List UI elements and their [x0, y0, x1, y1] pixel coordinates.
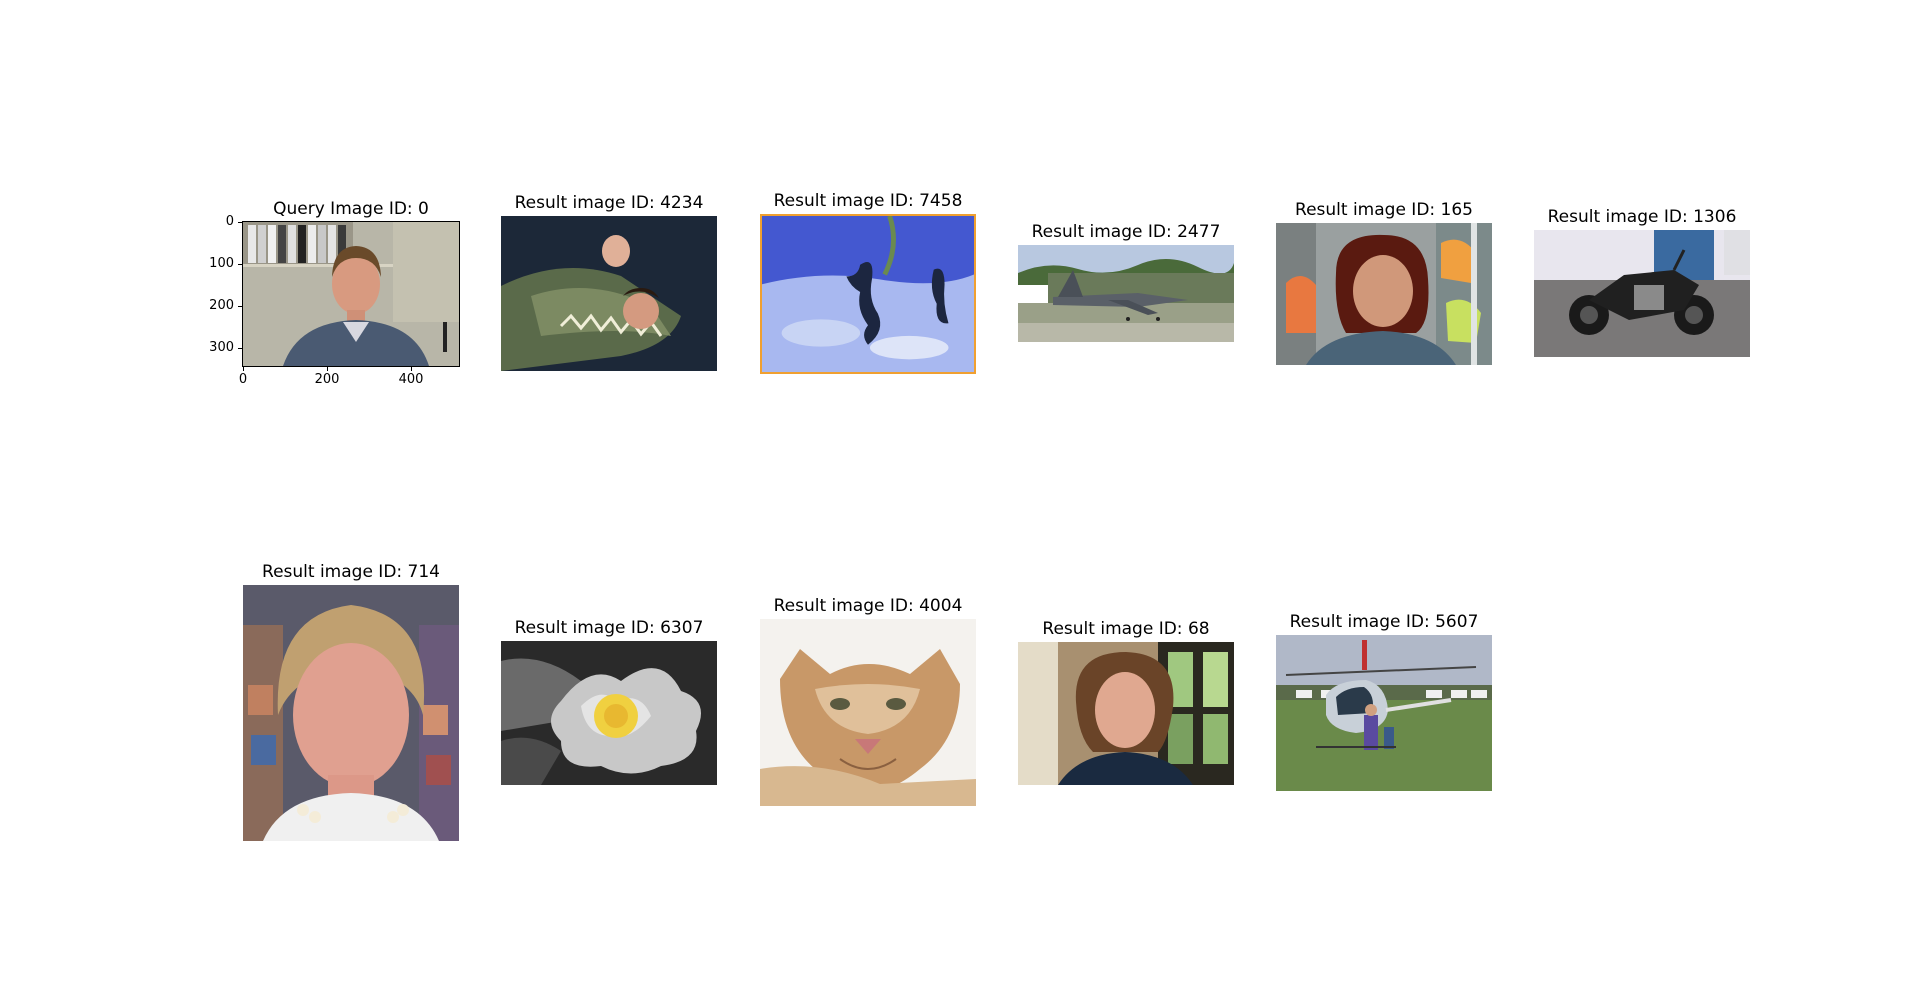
- result-panel: Result image ID: 4004: [760, 596, 976, 806]
- result-title: Result image ID: 7458: [773, 191, 963, 211]
- result-panel: Result image ID: 5607: [1276, 612, 1492, 791]
- result-panel: Result image ID: 6307: [501, 618, 717, 785]
- result-title: Result image ID: 2477: [1031, 222, 1221, 242]
- x-tick-label: 400: [398, 372, 424, 387]
- result-panel: Result image ID: 1306: [1534, 207, 1750, 357]
- y-tick-label: 0: [225, 214, 234, 229]
- result-title: Result image ID: 714: [262, 562, 440, 582]
- result-panel: Result image ID: 7458: [760, 191, 976, 374]
- y-tick-label: 100: [209, 256, 234, 271]
- y-tick-mark: [238, 222, 243, 223]
- query-axes-frame: [242, 221, 460, 367]
- result-panel: Result image ID: 714: [243, 562, 459, 841]
- result-image[interactable]: [501, 641, 717, 785]
- result-image[interactable]: [501, 216, 717, 371]
- y-tick-mark: [238, 264, 243, 265]
- result-image[interactable]: [243, 585, 459, 841]
- result-title: Result image ID: 165: [1295, 200, 1473, 220]
- x-tick-label: 200: [314, 372, 340, 387]
- y-tick-mark: [238, 306, 243, 307]
- result-panel: Result image ID: 68: [1018, 619, 1234, 785]
- x-tick-label: 0: [238, 372, 248, 387]
- result-title: Result image ID: 4234: [514, 193, 704, 213]
- result-title: Result image ID: 68: [1042, 619, 1210, 639]
- result-panel: Result image ID: 2477: [1018, 222, 1234, 342]
- result-title: Result image ID: 5607: [1289, 612, 1479, 632]
- result-image[interactable]: [1276, 635, 1492, 791]
- y-tick-mark: [238, 348, 243, 349]
- result-image[interactable]: [1018, 245, 1234, 342]
- result-image[interactable]: [760, 619, 976, 806]
- result-panel: Result image ID: 165: [1276, 200, 1492, 365]
- result-image[interactable]: [1018, 642, 1234, 785]
- query-title: Query Image ID: 0: [273, 199, 429, 219]
- x-tick-mark: [243, 366, 244, 371]
- result-title: Result image ID: 1306: [1547, 207, 1737, 227]
- result-title: Result image ID: 4004: [773, 596, 963, 616]
- x-tick-mark: [327, 366, 328, 371]
- result-panel: Result image ID: 4234: [501, 193, 717, 371]
- result-image[interactable]: [1534, 230, 1750, 357]
- x-tick-mark: [411, 366, 412, 371]
- y-tick-label: 200: [209, 298, 234, 313]
- result-title: Result image ID: 6307: [514, 618, 704, 638]
- result-image[interactable]: [1276, 223, 1492, 365]
- y-tick-label: 300: [209, 340, 234, 355]
- result-image[interactable]: [760, 214, 976, 374]
